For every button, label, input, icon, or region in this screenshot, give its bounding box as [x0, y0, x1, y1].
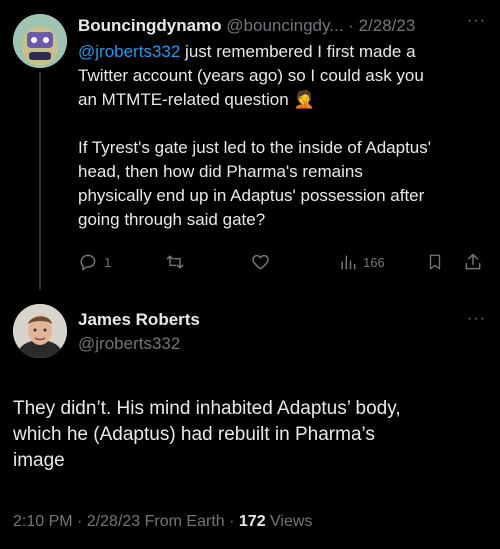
line-1-rest: just remembered I first made a	[180, 42, 416, 61]
facepalm-emoji: 🤦	[293, 90, 315, 109]
line-3-text: an MTMTE-related question	[78, 90, 289, 109]
reply-line-1: They didn’t. His mind inhabited Adaptus’…	[13, 398, 401, 419]
author-name[interactable]: Bouncingdynamo	[78, 16, 222, 35]
reply-time[interactable]: 2:10 PM	[13, 513, 73, 530]
share-button[interactable]	[463, 252, 483, 272]
view-count: 166	[363, 254, 385, 270]
paragraph2-line-3: physically end up in Adaptus' possession…	[78, 186, 425, 205]
avatar-art-icon	[13, 14, 67, 68]
more-options-button[interactable]: ···	[467, 12, 486, 30]
like-icon	[252, 254, 269, 270]
retweet-icon	[166, 255, 184, 269]
date-separator: ·	[348, 16, 354, 35]
tweet-line-2: Twitter account (years ago) so I could a…	[78, 66, 424, 85]
meta-separator-2: ·	[224, 513, 239, 530]
thread-line	[39, 72, 41, 290]
portrait-photo-icon	[13, 304, 67, 358]
reply-tweet-text: They didn’t. His mind inhabited Adaptus’…	[13, 396, 493, 474]
reply-more-options-button[interactable]: ···	[467, 310, 486, 328]
meta-separator-1: ·	[72, 513, 87, 530]
mention-link[interactable]: @jroberts332	[78, 42, 180, 61]
first-tweet-header: Bouncingdynamo @bouncingdy... · 2/28/23	[78, 14, 488, 38]
reply-line-2: which he (Adaptus) had rebuilt in Pharma…	[13, 424, 375, 445]
views-icon	[341, 255, 356, 270]
tweet-line-3: an MTMTE-related question 🤦	[78, 88, 493, 112]
tweet-date[interactable]: 2/28/23	[359, 16, 416, 35]
share-icon	[465, 253, 481, 270]
reply-author-handle[interactable]: @jroberts332	[78, 333, 180, 355]
views-button[interactable]: 166	[338, 252, 385, 272]
paragraph2-line-1: If Tyrest's gate just led to the inside …	[78, 138, 431, 157]
first-tweet-text: @jroberts332 just remembered I first mad…	[78, 40, 493, 232]
paragraph2-line-4: going through said gate?	[78, 210, 266, 229]
bouncingdynamo-avatar[interactable]	[13, 14, 67, 68]
retweet-button[interactable]	[164, 252, 186, 272]
tweet-line-1: @jroberts332 just remembered I first mad…	[78, 40, 493, 64]
reply-meta: 2:10 PM · 2/28/23 From Earth · 172 Views	[13, 511, 312, 533]
reply-author-name[interactable]: James Roberts	[78, 309, 200, 331]
author-handle[interactable]: @bouncingdy...	[226, 16, 343, 35]
like-button[interactable]	[250, 252, 271, 272]
reply-icon	[80, 254, 96, 271]
reply-button[interactable]: 1	[78, 252, 111, 272]
bookmark-icon	[429, 254, 441, 270]
reply-date[interactable]: 2/28/23	[87, 513, 140, 530]
reply-views-count[interactable]: 172	[239, 513, 266, 530]
james-roberts-avatar[interactable]	[13, 304, 67, 358]
reply-count: 1	[104, 254, 112, 270]
reply-views-label: Views	[265, 513, 313, 530]
reply-source: From Earth	[140, 513, 225, 530]
bookmark-button[interactable]	[426, 252, 444, 272]
reply-line-3: image	[13, 450, 65, 471]
paragraph2-line-2: head, then how did Pharma's remains	[78, 162, 363, 181]
